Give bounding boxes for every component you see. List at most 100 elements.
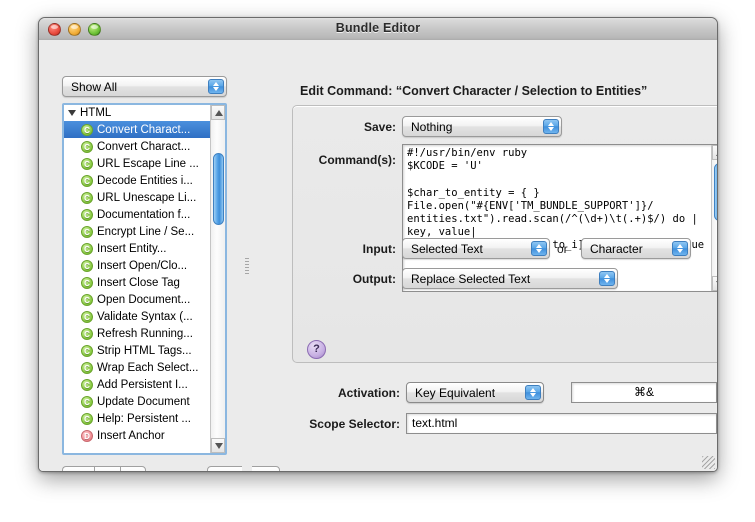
command-icon: C: [81, 208, 93, 221]
list-item-label: Validate Syntax (...: [97, 310, 193, 323]
list-item[interactable]: C Insert Open/Clo...: [64, 257, 210, 274]
remove-item-button[interactable]: −: [120, 466, 146, 471]
chevron-updown-icon: [525, 385, 541, 400]
filter-scope-popup[interactable]: Show All: [62, 76, 227, 97]
command-icon: C: [81, 327, 93, 340]
page-title: Edit Command: “Convert Character / Selec…: [300, 84, 648, 98]
activation-label: Activation:: [337, 386, 400, 400]
list-item-label: Add Persistent I...: [97, 378, 188, 391]
command-icon: C: [81, 395, 93, 408]
list-item-label: Insert Anchor: [97, 429, 165, 442]
remove-item-label: −: [129, 469, 136, 471]
list-item-label: Wrap Each Select...: [97, 361, 199, 374]
duplicate-item-button[interactable]: ⇉: [94, 466, 120, 471]
resize-grip-icon[interactable]: [702, 456, 715, 469]
list-item-label: Help: Persistent ...: [97, 412, 191, 425]
command-editor-pane: Edit Command: “Convert Character / Selec…: [252, 40, 717, 471]
list-item[interactable]: C Validate Syntax (...: [64, 308, 210, 325]
list-item[interactable]: C Convert Charact...: [64, 121, 210, 138]
list-item-label: Strip HTML Tags...: [97, 344, 192, 357]
command-icon: C: [81, 259, 93, 272]
bundle-editor-window: Bundle Editor Show All HTML C Convert Ch…: [38, 17, 718, 472]
scroll-up-arrow-icon[interactable]: [712, 145, 717, 160]
list-item[interactable]: D Insert Anchor: [64, 427, 210, 444]
help-icon[interactable]: ?: [307, 340, 326, 359]
list-item[interactable]: C Insert Entity...: [64, 240, 210, 257]
scope-selector-label: Scope Selector:: [309, 417, 400, 431]
command-icon: C: [81, 242, 93, 255]
window-title: Bundle Editor: [335, 21, 421, 35]
input-fallback-value: Character: [590, 242, 643, 256]
input-label: Input:: [362, 242, 396, 256]
commands-label: Command(s):: [318, 153, 396, 167]
output-popup[interactable]: Replace Selected Text: [402, 268, 618, 289]
window-titlebar[interactable]: Bundle Editor: [39, 18, 717, 41]
list-item-label: URL Unescape Li...: [97, 191, 197, 204]
list-scrollbar[interactable]: [210, 105, 225, 453]
scroll-up-arrow-icon[interactable]: [211, 105, 225, 120]
list-item[interactable]: C Insert Close Tag: [64, 274, 210, 291]
command-icon: C: [81, 310, 93, 323]
list-item[interactable]: C Documentation f...: [64, 206, 210, 223]
key-equivalent-input[interactable]: ⌘&: [571, 382, 717, 403]
list-group-html[interactable]: HTML: [64, 105, 210, 121]
list-item-label: Decode Entities i...: [97, 174, 193, 187]
save-value: Nothing: [411, 120, 453, 134]
commands-code: #!/usr/bin/env ruby $KCODE = 'U' $char_t…: [407, 147, 704, 251]
command-icon: C: [81, 157, 93, 170]
splitter-grip-icon[interactable]: [245, 258, 249, 274]
list-item-label: Encrypt Line / Se...: [97, 225, 195, 238]
chevron-updown-icon: [672, 241, 688, 256]
list-item-label: Documentation f...: [97, 208, 191, 221]
chevron-updown-icon: [531, 241, 547, 256]
input-popup[interactable]: Selected Text: [402, 238, 550, 259]
list-item-label: Convert Charact...: [97, 140, 191, 153]
list-item[interactable]: C Encrypt Line / Se...: [64, 223, 210, 240]
list-item-label: Insert Entity...: [97, 242, 167, 255]
filter-scope-value: Show All: [71, 80, 118, 94]
list-item[interactable]: C Decode Entities i...: [64, 172, 210, 189]
command-icon: C: [81, 293, 93, 306]
list-scrollbar-thumb[interactable]: [213, 153, 224, 225]
activation-popup[interactable]: Key Equivalent: [406, 382, 544, 403]
list-item[interactable]: C Open Document...: [64, 291, 210, 308]
chevron-updown-icon: [543, 119, 559, 134]
bundle-list-pane: Show All HTML C Convert Charact... C Con…: [39, 40, 280, 471]
list-item-label: Update Document: [97, 395, 190, 408]
commands-scrollbar[interactable]: [711, 145, 717, 291]
scroll-down-arrow-icon[interactable]: [211, 438, 225, 453]
add-item-button[interactable]: +: [62, 466, 94, 471]
input-value: Selected Text: [411, 242, 483, 256]
list-item[interactable]: C URL Unescape Li...: [64, 189, 210, 206]
command-icon: C: [81, 191, 93, 204]
bundle-items-list[interactable]: HTML C Convert Charact... C Convert Char…: [62, 103, 227, 455]
output-value: Replace Selected Text: [411, 272, 531, 286]
output-label: Output:: [352, 272, 396, 286]
list-item[interactable]: C Help: Persistent ...: [64, 410, 210, 427]
command-icon: C: [81, 276, 93, 289]
list-item[interactable]: C Refresh Running...: [64, 325, 210, 342]
list-item[interactable]: C URL Escape Line ...: [64, 155, 210, 172]
commands-scrollbar-thumb[interactable]: [714, 163, 717, 221]
input-or-label: or: [557, 242, 568, 256]
scope-selector-input[interactable]: text.html: [406, 413, 717, 434]
list-item-label: Convert Charact...: [97, 123, 191, 136]
scroll-down-arrow-icon[interactable]: [712, 276, 717, 291]
list-item[interactable]: C Strip HTML Tags...: [64, 342, 210, 359]
save-label: Save:: [363, 120, 396, 134]
list-item[interactable]: C Update Document: [64, 393, 210, 410]
list-item[interactable]: C Wrap Each Select...: [64, 359, 210, 376]
window-body: Show All HTML C Convert Charact... C Con…: [39, 40, 717, 471]
save-popup[interactable]: Nothing: [402, 116, 562, 137]
command-icon: C: [81, 174, 93, 187]
activation-value: Key Equivalent: [415, 386, 496, 400]
list-item[interactable]: C Add Persistent I...: [64, 376, 210, 393]
duplicate-item-label: ⇉: [102, 469, 112, 471]
pane-splitter[interactable]: [242, 40, 252, 471]
list-item[interactable]: C Convert Charact...: [64, 138, 210, 155]
command-icon: C: [81, 140, 93, 153]
input-fallback-popup[interactable]: Character: [581, 238, 691, 259]
disclosure-triangle-icon[interactable]: [68, 110, 76, 116]
chevron-updown-icon: [599, 271, 615, 286]
list-item-label: Open Document...: [97, 293, 191, 306]
